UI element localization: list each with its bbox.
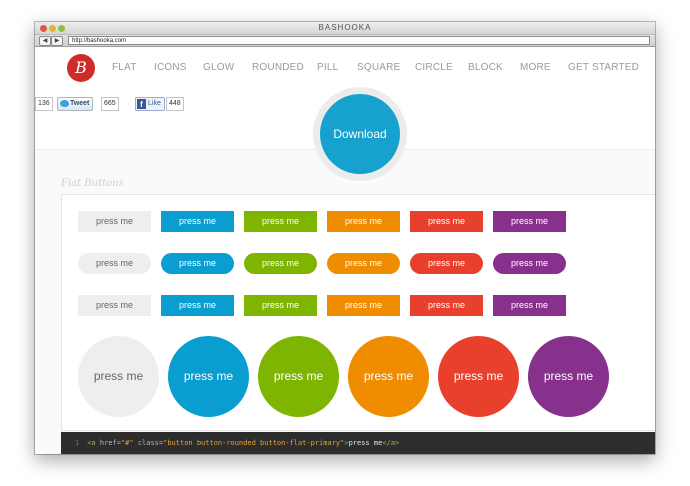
square-highlight-button[interactable]: press me [327,295,400,316]
flat-action-button[interactable]: press me [244,211,317,232]
tweet-count: 665 [101,97,119,111]
code-class-value: "button button-rounded button-flat-prima… [163,439,345,447]
nav-item-square[interactable]: SQUARE [357,62,400,73]
code-text: press me [348,439,383,447]
nav-item-more[interactable]: MORE [520,62,551,73]
circle-primary-button[interactable]: press me [168,336,249,417]
square-default-button[interactable]: press me [78,295,151,316]
nav-item-icons[interactable]: ICONS [154,62,187,73]
forward-arrow-icon[interactable]: ▶ [51,36,63,46]
nav-item-flat[interactable]: FLAT [112,62,137,73]
browser-window: BASHOOKA ◀ ▶ http://bashooka.com B FLAT … [35,22,655,454]
code-line-number: 1 [75,439,80,447]
pill-default-button[interactable]: press me [78,253,151,274]
nav-item-block[interactable]: BLOCK [468,62,503,73]
twitter-bird-icon [60,100,69,107]
pill-highlight-button[interactable]: press me [327,253,400,274]
code-class-attr: class= [137,439,164,447]
window-titlebar: BASHOOKA [35,22,655,35]
facebook-like-button[interactable]: f Like [135,97,165,111]
code-snippet: 1 <a href="#" class="button button-rounde… [61,432,655,454]
square-primary-button[interactable]: press me [161,295,234,316]
nav-item-pill[interactable]: PILL [317,62,338,73]
nav-item-glow[interactable]: GLOW [203,62,234,73]
share-count: 136 [35,97,53,111]
back-arrow-icon[interactable]: ◀ [39,36,51,46]
nav-item-circle[interactable]: CIRCLE [415,62,453,73]
circle-default-button[interactable]: press me [78,336,159,417]
pill-royal-button[interactable]: press me [493,253,566,274]
flat-highlight-button[interactable]: press me [327,211,400,232]
tweet-label: Tweet [70,100,90,107]
flat-primary-button[interactable]: press me [161,211,234,232]
tweet-button[interactable]: Tweet [57,97,94,111]
section-title: Flat Buttons [61,178,124,189]
circle-royal-button[interactable]: press me [528,336,609,417]
pill-action-button[interactable]: press me [244,253,317,274]
address-bar[interactable]: http://bashooka.com [68,36,650,45]
square-royal-button[interactable]: press me [493,295,566,316]
pill-primary-button[interactable]: press me [161,253,234,274]
code-href-value: "#" [120,439,134,447]
flat-default-button[interactable]: press me [78,211,151,232]
browser-toolbar: ◀ ▶ http://bashooka.com [35,35,655,47]
circle-caution-button[interactable]: press me [438,336,519,417]
square-action-button[interactable]: press me [244,295,317,316]
flat-royal-button[interactable]: press me [493,211,566,232]
nav-item-get-started[interactable]: GET STARTED [568,62,639,73]
site-navbar: B FLAT ICONS GLOW ROUNDED PILL SQUARE CI… [35,47,655,88]
circle-action-button[interactable]: press me [258,336,339,417]
flat-caution-button[interactable]: press me [410,211,483,232]
download-button[interactable]: Download [320,94,400,174]
code-href-attr: href= [99,439,121,447]
nav-item-rounded[interactable]: ROUNDED [252,62,304,73]
like-count: 448 [166,97,184,111]
window-title: BASHOOKA [318,23,372,32]
pill-caution-button[interactable]: press me [410,253,483,274]
square-caution-button[interactable]: press me [410,295,483,316]
code-tag-open: <a [87,439,96,447]
facebook-icon: f [137,99,146,109]
like-label: Like [148,100,161,107]
code-tag-close: </a> [382,439,400,447]
circle-highlight-button[interactable]: press me [348,336,429,417]
site-logo[interactable]: B [67,54,95,82]
